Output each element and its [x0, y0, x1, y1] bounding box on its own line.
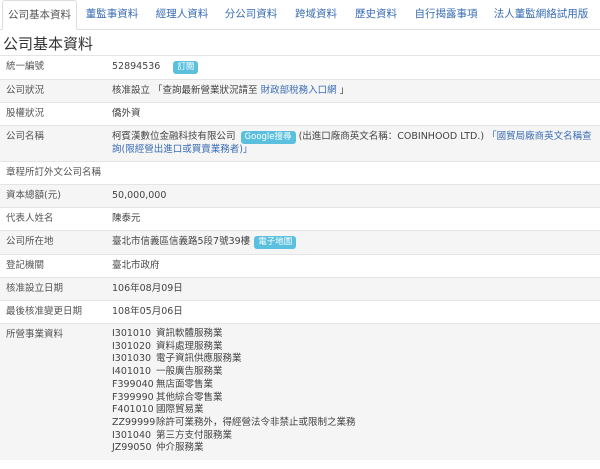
table-row: 登記機關 臺北市政府	[0, 254, 600, 278]
list-item: F399040 無店面零售業	[112, 379, 596, 392]
table-row: 代表人姓名 陳泰元	[0, 207, 600, 231]
tax-id-label: 統一編號	[0, 55, 102, 80]
business-code: JZ99050	[112, 442, 152, 454]
changed-date-label: 最後核准變更日期	[0, 300, 102, 324]
status-value: 核准設立	[112, 85, 151, 96]
foreign-name-label: 章程所訂外文公司名稱	[0, 161, 600, 185]
list-item: JZ99050 仲介服務業	[112, 442, 596, 455]
representative-value: 陳泰元	[102, 207, 600, 231]
business-desc: 資訊軟體服務業	[156, 328, 223, 339]
table-row: 所營事業資料 I301010 資訊軟體服務業 I301020 資料處理服務業 I3010…	[0, 323, 600, 461]
business-code: F399990	[112, 391, 154, 403]
table-row: 章程所訂外文公司名稱	[0, 161, 600, 185]
business-label: 所營事業資料	[0, 323, 102, 461]
capital-label: 資本總額(元)	[0, 184, 102, 208]
list-item: I301040 第三方支付服務業	[112, 430, 596, 443]
list-item: I301010 資訊軟體服務業	[112, 328, 596, 341]
address-label: 公司所在地	[0, 230, 102, 255]
approved-date-label: 核准設立日期	[0, 277, 102, 301]
business-list: I301010 資訊軟體服務業 I301020 資料處理服務業 I301030 電子資訊供…	[102, 323, 600, 461]
tab-2[interactable]: 經理人資料	[147, 0, 217, 29]
equity-label: 股權狀況	[0, 102, 102, 126]
business-desc: 一般廣告服務業	[156, 366, 223, 378]
tab-3[interactable]: 分公司資料	[217, 0, 285, 29]
business-code: I301040	[112, 429, 152, 441]
business-code: ZZ99999	[112, 416, 156, 428]
tax-id-value: 52894536	[112, 61, 161, 72]
table-row: 最後核准變更日期 108年05月06日	[0, 300, 600, 324]
status-note-prefix: 「查詢最新營業狀況請至	[153, 85, 258, 96]
tab-1[interactable]: 董監事資料	[77, 0, 147, 29]
business-desc: 電子資訊供應服務業	[156, 353, 242, 365]
list-item: I301020 資料處理服務業	[112, 341, 596, 354]
address-value: 臺北市信義區信義路5段7號39樓	[112, 236, 251, 247]
status-label: 公司狀況	[0, 79, 102, 103]
company-name-value: 柯賓漢數位金融科技有限公司	[112, 131, 236, 142]
business-code: F399040	[112, 378, 154, 390]
capital-value: 50,000,000	[102, 184, 600, 208]
table-row: 統一編號 52894536 訂閱	[0, 55, 600, 80]
tab-0[interactable]: 公司基本資料	[2, 0, 77, 30]
business-code: I301020	[112, 340, 152, 352]
list-item: I401010 一般廣告服務業	[112, 366, 596, 379]
tax-portal-link[interactable]: 財政部稅務入口網	[261, 85, 337, 96]
tab-bar: 公司基本資料 董監事資料 經理人資料 分公司資料 跨域資料 歷史資料 自行揭露事項 法人董監網…	[0, 0, 600, 30]
business-desc: 仲介服務業	[156, 442, 204, 454]
tab-5[interactable]: 歷史資料	[347, 0, 405, 29]
status-note-suffix: 」	[339, 85, 350, 96]
english-name: (出進口廠商英文名稱：COBINHOOD LTD.)	[298, 131, 485, 142]
business-desc: 第三方支付服務業	[156, 429, 233, 441]
business-code: F401010	[112, 404, 154, 416]
map-button[interactable]: 電子地圖	[254, 236, 297, 249]
tab-4[interactable]: 跨域資料	[285, 0, 347, 29]
authority-label: 登記機關	[0, 254, 102, 278]
tab-7[interactable]: 法人董監網絡試用版	[487, 0, 595, 29]
subscribe-button[interactable]: 訂閱	[173, 61, 199, 74]
business-desc: 國際貿易業	[156, 404, 204, 416]
business-desc: 資料處理服務業	[156, 340, 223, 352]
business-code: I301010	[112, 328, 152, 339]
business-code: I301030	[112, 353, 152, 365]
table-row: 公司所在地 臺北市信義區信義路5段7號39樓 電子地圖	[0, 230, 600, 255]
page-title: 公司基本資料	[3, 35, 94, 53]
changed-date-value: 108年05月06日	[102, 300, 600, 324]
table-row: 核准設立日期 106年08月09日	[0, 277, 600, 301]
business-desc: 其他綜合零售業	[156, 391, 223, 403]
list-item: F401010 國際貿易業	[112, 404, 596, 417]
tab-6[interactable]: 自行揭露事項	[405, 0, 487, 29]
company-info-table: 統一編號 52894536 訂閱 公司狀況 核准設立 「查詢最新營業狀況請至 財…	[0, 55, 600, 461]
table-row: 公司狀況 核准設立 「查詢最新營業狀況請至 財政部稅務入口網 」	[0, 79, 600, 103]
business-desc: 無店面零售業	[156, 378, 214, 390]
business-desc: 除許可業務外，得經營法令非禁止或限制之業務	[156, 416, 356, 428]
authority-value: 臺北市政府	[102, 254, 600, 278]
list-item: F399990 其他綜合零售業	[112, 392, 596, 405]
list-item: ZZ99999除許可業務外，得經營法令非禁止或限制之業務	[112, 417, 596, 430]
company-name-label: 公司名稱	[0, 125, 102, 162]
approved-date-value: 106年08月09日	[102, 277, 600, 301]
equity-value: 僑外資	[102, 102, 600, 126]
representative-label: 代表人姓名	[0, 207, 102, 231]
list-item: I301030 電子資訊供應服務業	[112, 353, 596, 366]
table-row: 股權狀況 僑外資	[0, 102, 600, 126]
business-code: I401010	[112, 366, 152, 378]
google-search-button[interactable]: Google搜尋	[240, 131, 296, 144]
table-row: 公司名稱 柯賓漢數位金融科技有限公司 Google搜尋 (出進口廠商英文名稱：C…	[0, 125, 600, 162]
table-row: 資本總額(元) 50,000,000	[0, 184, 600, 208]
